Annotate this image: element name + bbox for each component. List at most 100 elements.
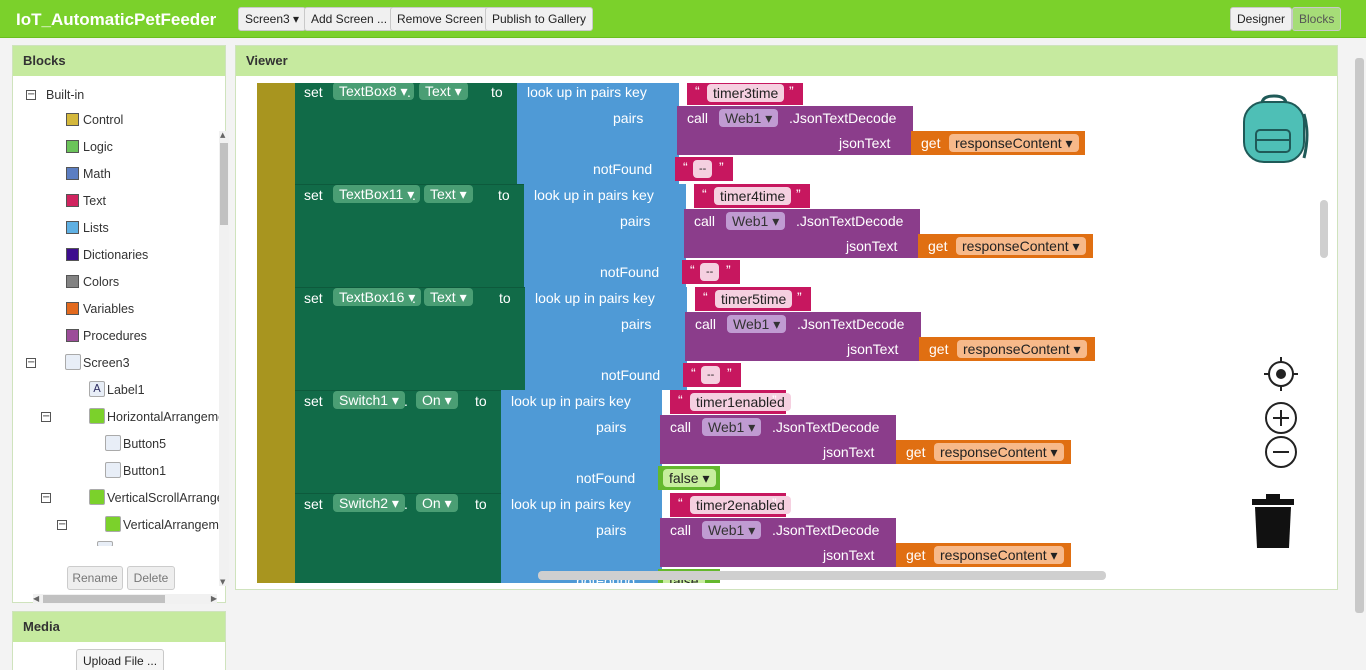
property-dropdown[interactable]: Text ▾ — [424, 185, 473, 203]
web-component-dropdown[interactable]: Web1 ▾ — [702, 521, 762, 539]
blocks-panel-title: Blocks — [13, 46, 225, 76]
variable-dropdown[interactable]: responseContent ▾ — [934, 443, 1064, 461]
component-item[interactable]: Label1 — [107, 379, 145, 401]
category-procedures[interactable]: Procedures — [83, 325, 147, 347]
blocks-button[interactable]: Blocks — [1292, 7, 1342, 31]
component-item[interactable]: HorizontalArrangemen — [107, 406, 219, 428]
jsontext-label: jsonText — [847, 341, 899, 357]
delete-button[interactable]: Delete — [127, 566, 175, 590]
notfound-text-field[interactable]: -- — [693, 160, 713, 178]
blocks-workspace[interactable]: set TextBox8 ▾. Text ▾ to look up in pairs k… — [243, 83, 1331, 583]
tree-horizontal-scrollbar[interactable]: ◀ ▶ — [33, 594, 217, 604]
add-screen-button[interactable]: Add Screen ... — [304, 7, 395, 31]
web-component-dropdown[interactable]: Web1 ▾ — [726, 212, 786, 230]
key-text-field[interactable]: timer5time — [715, 290, 793, 308]
component-dropdown[interactable]: Switch1 ▾ — [333, 391, 405, 409]
viewer-title: Viewer — [236, 46, 1337, 76]
variable-dropdown[interactable]: responseContent ▾ — [949, 134, 1079, 152]
backpack-icon[interactable] — [1242, 94, 1310, 170]
property-dropdown[interactable]: On ▾ — [416, 391, 458, 409]
property-dropdown[interactable]: On ▾ — [416, 494, 458, 512]
close-quote: ” — [797, 289, 802, 305]
scroll-up-arrow-icon[interactable]: ▲ — [220, 131, 228, 139]
web-component-dropdown[interactable]: Web1 ▾ — [719, 109, 779, 127]
category-logic[interactable]: Logic — [83, 136, 113, 158]
collapse-component-toggle[interactable]: − — [41, 493, 51, 503]
category-control[interactable]: Control — [83, 109, 123, 131]
builtin-label[interactable]: Built-in — [46, 84, 84, 106]
component-item[interactable]: Screen3 — [83, 352, 130, 374]
web-component-dropdown[interactable]: Web1 ▾ — [702, 418, 762, 436]
lookup-label: look up in pairs key — [527, 84, 647, 100]
get-keyword: get — [929, 341, 949, 357]
collapse-builtin-toggle[interactable]: − — [26, 90, 36, 100]
component-item[interactable]: Button1 — [123, 460, 166, 482]
remove-screen-button[interactable]: Remove Screen — [390, 7, 491, 31]
notfound-text-field[interactable]: -- — [701, 366, 721, 384]
open-quote: “ — [678, 392, 683, 408]
notfound-text-field[interactable]: -- — [700, 263, 720, 281]
component-button-icon — [105, 435, 121, 451]
zoom-out-icon[interactable] — [1264, 435, 1298, 473]
close-quote: ” — [796, 186, 801, 202]
lookup-label: look up in pairs key — [534, 187, 654, 203]
notfound-label: notFound — [600, 264, 660, 280]
media-panel-title: Media — [13, 612, 225, 642]
component-varr-icon — [105, 516, 121, 532]
jsontext-label: jsonText — [823, 444, 875, 460]
component-dropdown[interactable]: TextBox8 ▾ — [333, 83, 414, 100]
screen-dropdown[interactable]: Screen3 ▾ — [238, 7, 307, 31]
tree-vertical-scrollbar[interactable]: ▲ ▼ — [219, 131, 229, 586]
key-text-field[interactable]: timer4time — [714, 187, 792, 205]
scroll-right-arrow-icon[interactable]: ▶ — [211, 594, 217, 603]
component-dropdown[interactable]: Switch2 ▾ — [333, 494, 405, 512]
key-text-field[interactable]: timer3time — [707, 84, 785, 102]
component-dropdown[interactable]: TextBox16 ▾ — [333, 288, 422, 306]
open-quote: “ — [702, 186, 707, 202]
category-math[interactable]: Math — [83, 163, 111, 185]
blocks-panel: Blocks − Built-in Control Logic Math Text Li… — [12, 45, 229, 604]
variable-dropdown[interactable]: responseContent ▾ — [957, 340, 1087, 358]
component-item[interactable]: Button5 — [123, 433, 166, 455]
page-vertical-scrollbar[interactable] — [1355, 58, 1364, 613]
collapse-component-toggle[interactable]: − — [57, 520, 67, 530]
event-handler-block[interactable] — [257, 83, 295, 583]
category-variables[interactable]: Variables — [83, 298, 134, 320]
category-dictionaries[interactable]: Dictionaries — [83, 244, 148, 266]
open-quote: “ — [683, 159, 688, 175]
notfound-label: notFound — [601, 367, 661, 383]
workspace-horizontal-scrollbar[interactable] — [538, 571, 1106, 580]
horizontal-scroll-thumb[interactable] — [43, 595, 165, 603]
component-dropdown[interactable]: TextBox11 ▾ — [333, 185, 421, 203]
variable-dropdown[interactable]: responseContent ▾ — [934, 546, 1064, 564]
rename-button[interactable]: Rename — [67, 566, 123, 590]
set-keyword: set — [304, 187, 323, 203]
zoom-in-icon[interactable] — [1264, 401, 1298, 439]
trash-icon[interactable] — [1250, 494, 1296, 554]
recenter-icon[interactable] — [1264, 357, 1298, 395]
vertical-scroll-thumb[interactable] — [220, 143, 228, 225]
collapse-component-toggle[interactable]: − — [41, 412, 51, 422]
component-item[interactable]: VerticalArrangemen — [123, 514, 219, 536]
get-keyword: get — [921, 135, 941, 151]
category-colors[interactable]: Colors — [83, 271, 119, 293]
false-dropdown[interactable]: false ▾ — [663, 469, 716, 487]
variable-dropdown[interactable]: responseContent ▾ — [956, 237, 1086, 255]
scroll-down-arrow-icon[interactable]: ▼ — [220, 578, 228, 586]
publish-gallery-button[interactable]: Publish to Gallery — [485, 7, 594, 31]
upload-file-button[interactable]: Upload File ... — [76, 649, 165, 670]
component-item[interactable]: VerticalScrollArrangem — [107, 487, 219, 509]
collapse-component-toggle[interactable]: − — [26, 358, 36, 368]
jsontextdecode-method: .JsonTextDecode — [797, 316, 905, 332]
web-component-dropdown[interactable]: Web1 ▾ — [727, 315, 787, 333]
designer-button[interactable]: Designer — [1230, 7, 1293, 31]
property-dropdown[interactable]: Text ▾ — [419, 83, 468, 100]
call-keyword: call — [694, 213, 716, 229]
category-lists[interactable]: Lists — [83, 217, 109, 239]
category-text[interactable]: Text — [83, 190, 106, 212]
property-dropdown[interactable]: Text ▾ — [424, 288, 473, 306]
top-toolbar: IoT_AutomaticPetFeeder Screen3 ▾ Add Scr… — [0, 0, 1366, 38]
set-keyword: set — [304, 393, 323, 409]
workspace-vertical-scrollbar[interactable] — [1320, 200, 1328, 258]
scroll-left-arrow-icon[interactable]: ◀ — [33, 594, 39, 603]
